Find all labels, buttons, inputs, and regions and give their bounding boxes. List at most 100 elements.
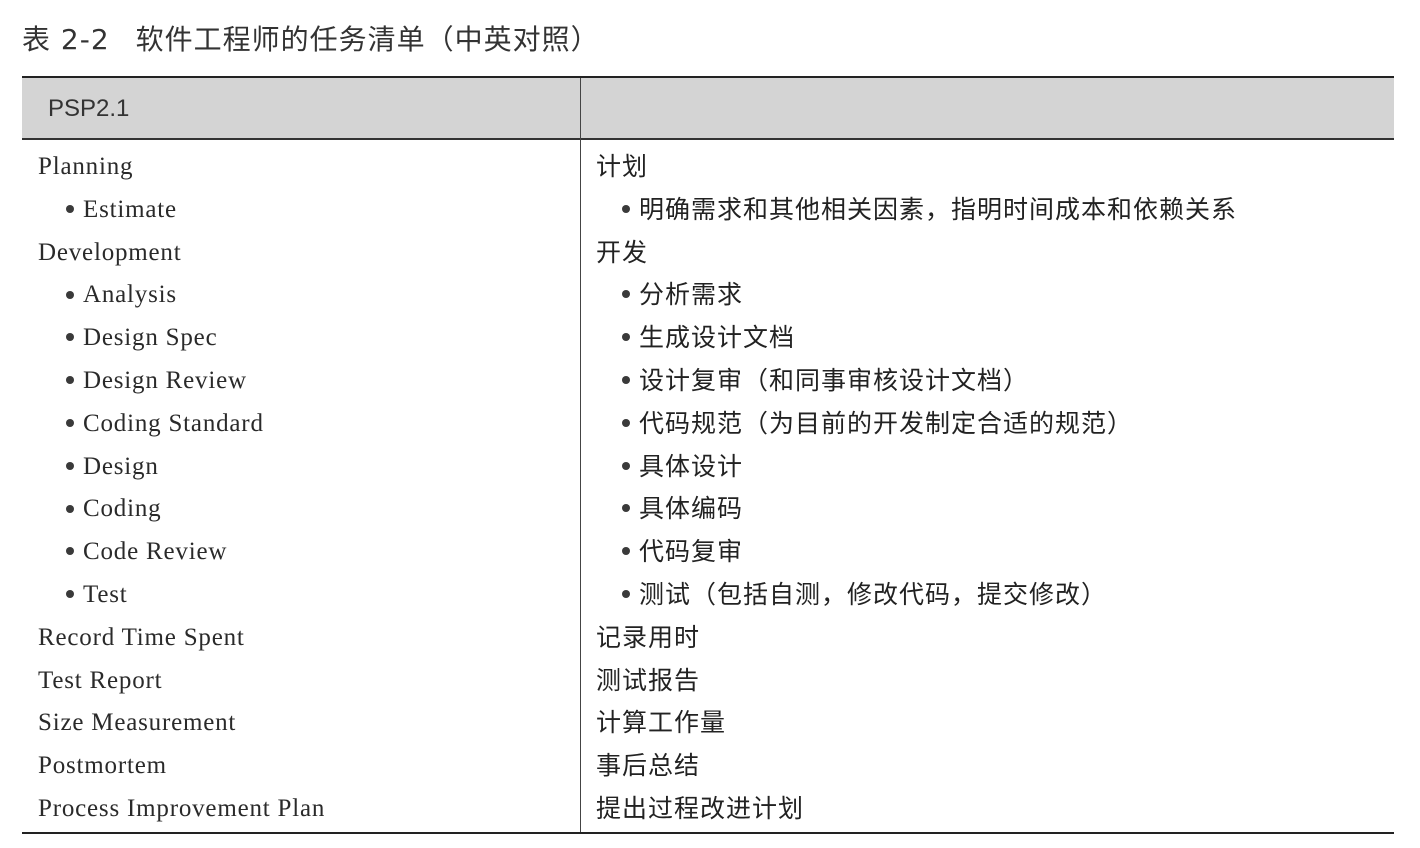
table-body: Planning 计划 Estimate 明确需求和其他相关因素，指明时间成本和依赖关… [22, 146, 1394, 831]
cell-english-text: Design [83, 452, 159, 480]
header-rule [22, 138, 1394, 140]
bullet-icon [622, 504, 630, 513]
bullet-icon [622, 375, 630, 384]
cell-chinese-text: 开发 [596, 237, 649, 267]
cell-english: Estimate [66, 189, 177, 232]
bullet-icon [66, 205, 74, 214]
cell-chinese: 生成设计文档 [622, 317, 795, 360]
cell-chinese-text: 测试（包括自测，修改代码，提交修改） [639, 579, 1108, 609]
table-title: 软件工程师的任务清单（中英对照） [135, 23, 600, 56]
cell-chinese-text: 代码规范（为目前的开发制定合适的规范） [639, 408, 1134, 438]
cell-chinese: 测试（包括自测，修改代码，提交修改） [622, 574, 1107, 617]
cell-english-text: Estimate [83, 195, 177, 223]
cell-chinese: 开发 [596, 232, 648, 275]
table-row: Analysis 分析需求 [22, 274, 1394, 317]
table-row: Postmortem 事后总结 [22, 745, 1394, 788]
table-header-row: PSP2.1 [22, 78, 1394, 138]
cell-english-text: Planning [38, 153, 134, 180]
table-row: Test 测试（包括自测，修改代码，提交修改） [22, 574, 1394, 617]
cell-english-text: Design Spec [83, 324, 218, 352]
table-row: Size Measurement 计算工作量 [22, 702, 1394, 745]
cell-chinese: 记录用时 [596, 617, 700, 660]
table-row: Coding Standard 代码规范（为目前的开发制定合适的规范） [22, 403, 1394, 446]
cell-chinese-text: 计划 [596, 152, 649, 181]
cell-english: Coding [66, 488, 161, 531]
cell-english-text: Coding [83, 495, 162, 523]
table-row: Code Review 代码复审 [22, 531, 1394, 574]
cell-chinese-text: 提出过程改进计划 [596, 793, 805, 823]
cell-english-text: Coding Standard [83, 409, 264, 437]
cell-chinese-text: 测试报告 [596, 665, 701, 695]
cell-chinese: 设计复审（和同事审核设计文档） [622, 360, 1029, 403]
cell-english-text: Process Improvement Plan [38, 794, 326, 822]
bullet-icon [66, 547, 74, 556]
table-number: 表 2-2 [22, 23, 110, 56]
bullet-icon [66, 461, 74, 470]
cell-english: Postmortem [38, 745, 167, 788]
cell-chinese: 提出过程改进计划 [596, 788, 804, 831]
table-row: Test Report 测试报告 [22, 660, 1394, 703]
table-row: Design Review 设计复审（和同事审核设计文档） [22, 360, 1394, 403]
cell-english-text: Test Report [38, 666, 163, 694]
table-row: Estimate 明确需求和其他相关因素，指明时间成本和依赖关系 [22, 189, 1394, 232]
bullet-icon [66, 419, 74, 428]
cell-chinese-text: 事后总结 [596, 751, 701, 781]
table-row: Planning 计划 [22, 146, 1394, 189]
cell-chinese-text: 设计复审（和同事审核设计文档） [639, 365, 1030, 395]
bullet-icon [66, 504, 74, 513]
cell-chinese-text: 分析需求 [639, 280, 744, 310]
cell-english: Development [38, 232, 181, 275]
bullet-icon [622, 547, 630, 556]
cell-chinese: 具体编码 [622, 488, 743, 531]
cell-chinese: 具体设计 [622, 446, 743, 489]
cell-english: Design Spec [66, 317, 217, 360]
table-caption: 表 2-2 软件工程师的任务清单（中英对照） [22, 18, 600, 58]
cell-chinese: 代码复审 [622, 531, 743, 574]
cell-chinese-text: 明确需求和其他相关因素，指明时间成本和依赖关系 [639, 194, 1238, 224]
bullet-icon [622, 589, 630, 598]
bullet-icon [622, 290, 630, 299]
psp-task-table: PSP2.1 Planning 计划 Estimate 明确需求和其他相关因素，指明时… [22, 76, 1394, 834]
cell-english: Planning [38, 146, 133, 189]
cell-english: Test [66, 574, 128, 617]
header-cell-psp: PSP2.1 [48, 95, 130, 122]
cell-chinese: 计算工作量 [596, 702, 726, 745]
bullet-icon [66, 333, 74, 342]
bullet-icon [66, 376, 74, 385]
cell-english-text: Record Time Spent [38, 623, 245, 651]
cell-chinese-text: 代码复审 [639, 537, 744, 567]
table-bottom-rule [22, 832, 1394, 834]
cell-english-text: Design Review [83, 366, 247, 394]
cell-english: Design [66, 446, 159, 489]
table-row: Process Improvement Plan 提出过程改进计划 [22, 788, 1394, 831]
cell-chinese: 测试报告 [596, 660, 700, 703]
cell-english-text: Code Review [83, 538, 228, 566]
cell-english: Analysis [66, 274, 177, 317]
bullet-icon [66, 290, 74, 299]
cell-english: Process Improvement Plan [38, 788, 325, 831]
bullet-icon [622, 461, 630, 470]
cell-chinese-text: 计算工作量 [596, 708, 727, 738]
table-row: Design Spec 生成设计文档 [22, 317, 1394, 360]
table-row: Development 开发 [22, 232, 1394, 275]
cell-english: Test Report [38, 660, 162, 703]
cell-chinese: 计划 [596, 146, 648, 189]
cell-english: Code Review [66, 531, 227, 574]
cell-chinese: 分析需求 [622, 274, 743, 317]
cell-chinese: 代码规范（为目前的开发制定合适的规范） [622, 403, 1133, 446]
cell-english-text: Size Measurement [38, 709, 237, 737]
bullet-icon [622, 204, 630, 213]
table-row: Design 具体设计 [22, 446, 1394, 489]
cell-chinese-text: 生成设计文档 [639, 323, 796, 353]
cell-english-text: Development [38, 238, 182, 266]
cell-chinese-text: 具体设计 [639, 451, 744, 481]
cell-english-text: Analysis [83, 281, 177, 309]
table-row: Record Time Spent 记录用时 [22, 617, 1394, 660]
cell-english-text: Test [83, 580, 128, 608]
cell-english: Record Time Spent [38, 617, 245, 660]
cell-english: Design Review [66, 360, 247, 403]
cell-chinese-text: 记录用时 [596, 622, 701, 652]
bullet-icon [622, 418, 630, 427]
cell-english-text: Postmortem [38, 752, 167, 780]
bullet-icon [622, 333, 630, 342]
